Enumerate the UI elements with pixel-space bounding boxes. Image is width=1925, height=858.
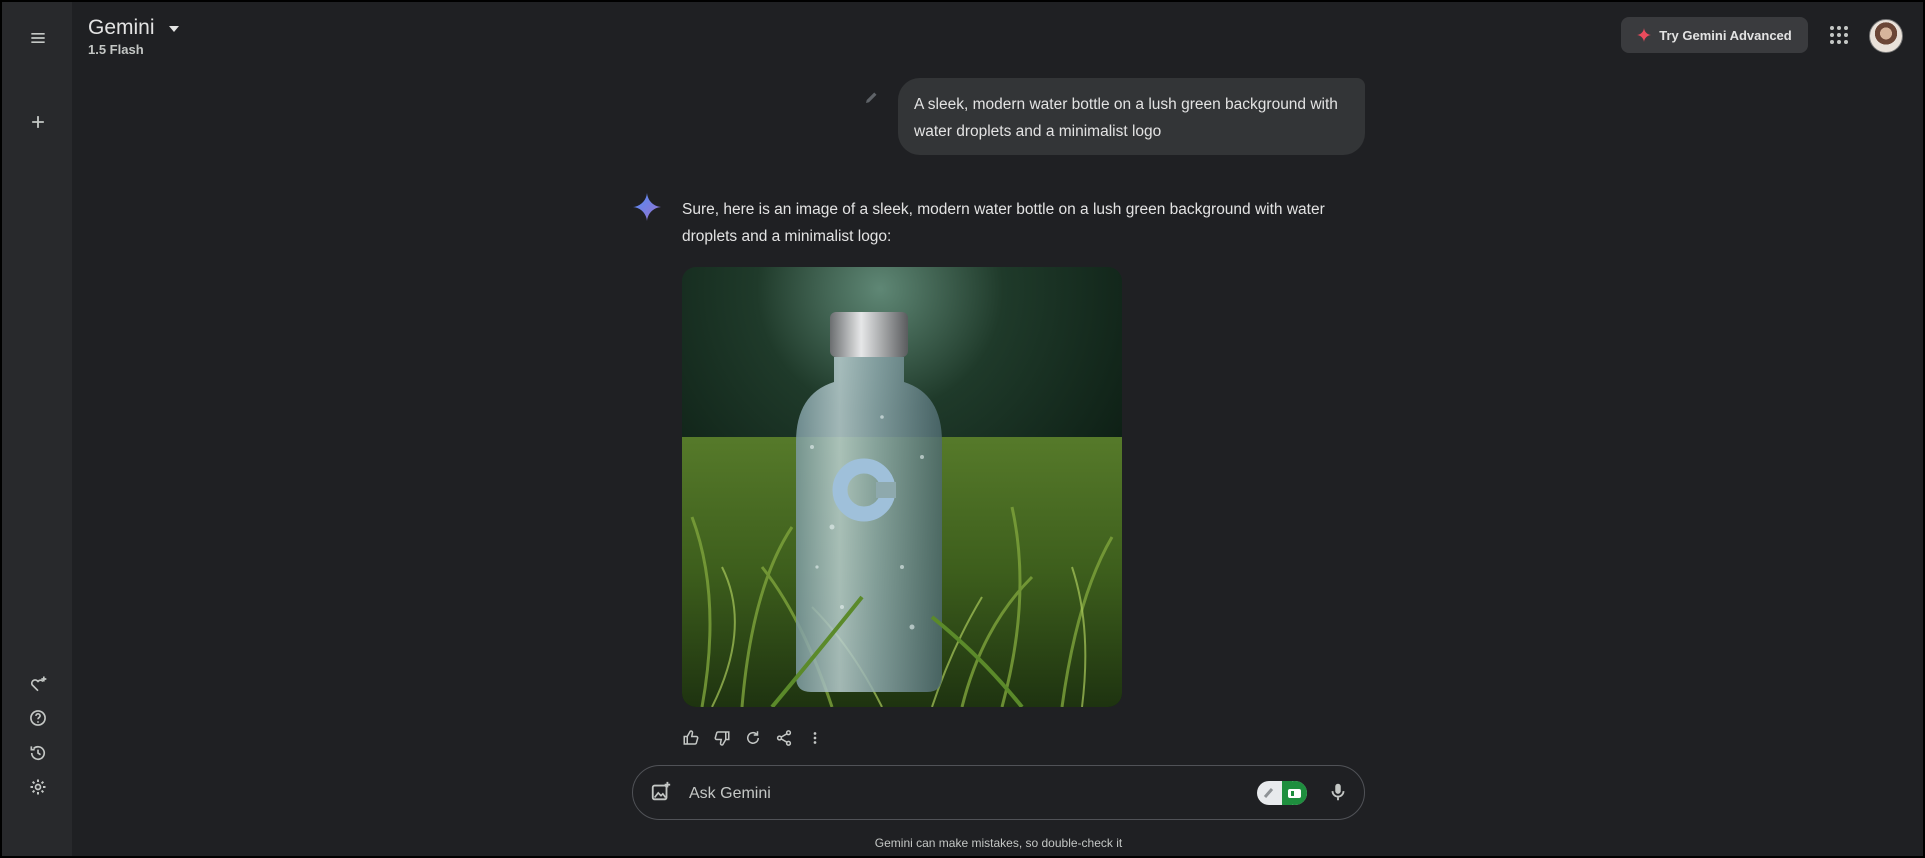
- try-gemini-advanced-button[interactable]: Try Gemini Advanced: [1621, 17, 1808, 53]
- help-icon[interactable]: [22, 702, 54, 734]
- share-icon[interactable]: [775, 729, 793, 747]
- generated-image[interactable]: [682, 267, 1122, 707]
- more-vert-icon[interactable]: [806, 729, 824, 747]
- add-image-icon[interactable]: [650, 781, 672, 803]
- disclaimer-text: Gemini can make mistakes, so double-chec…: [874, 836, 1123, 850]
- gem-icon[interactable]: [22, 668, 54, 700]
- sparkle-icon: [1637, 28, 1652, 42]
- gemini-sparkle-icon: [633, 193, 661, 221]
- gear-icon[interactable]: [22, 771, 54, 803]
- thumbs-up-icon[interactable]: [682, 729, 700, 747]
- sidebar: [2, 2, 72, 856]
- user-message-bubble: A sleek, modern water bottle on a lush g…: [898, 78, 1365, 155]
- new-chat-plus-icon[interactable]: [22, 106, 54, 138]
- app-title: Gemini: [88, 16, 155, 39]
- ask-gemini-input[interactable]: [687, 776, 1211, 812]
- refresh-icon[interactable]: [744, 729, 762, 747]
- response-actions: [682, 729, 824, 747]
- extension-toggle-icon[interactable]: [1257, 781, 1307, 805]
- chevron-down-icon: [168, 26, 179, 32]
- mic-icon[interactable]: [1327, 781, 1349, 803]
- model-name: 1.5 Flash: [88, 42, 144, 57]
- history-icon[interactable]: [22, 737, 54, 769]
- assistant-response-text: Sure, here is an image of a sleek, moder…: [682, 201, 1325, 245]
- menu-icon[interactable]: [22, 22, 54, 54]
- try-button-label: Try Gemini Advanced: [1659, 27, 1792, 43]
- avatar[interactable]: [1869, 19, 1903, 53]
- model-switcher[interactable]: Gemini 1.5 Flash: [88, 16, 179, 57]
- thumbs-down-icon[interactable]: [713, 729, 731, 747]
- edit-pencil-icon[interactable]: [863, 88, 881, 106]
- prompt-composer: [632, 765, 1365, 820]
- apps-grid-icon[interactable]: [1829, 25, 1849, 45]
